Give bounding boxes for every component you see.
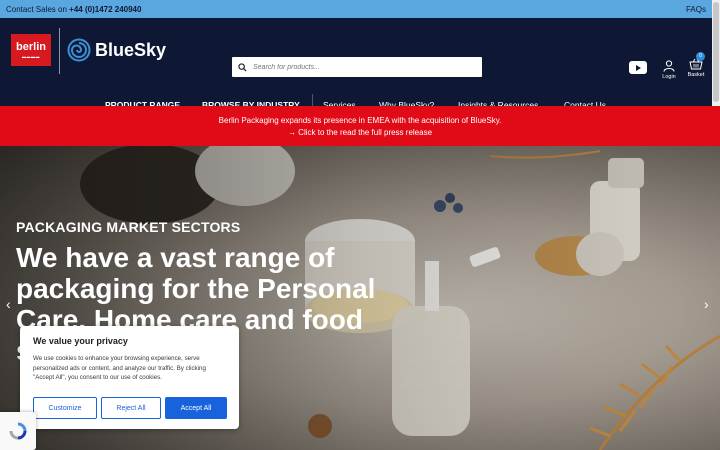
top-bar: Contact Sales on +44 (0)1472 240940 FAQs [0,0,712,18]
berlin-logo-text: berlin [16,40,46,53]
cookie-body: We use cookies to enhance your browsing … [33,355,206,381]
contact-phone-link[interactable]: +44 (0)1472 240940 [69,5,141,14]
basket-button[interactable]: 0 Basket [686,52,706,78]
basket-count-badge: 0 [696,52,705,61]
carousel-prev-arrow[interactable]: ‹ [6,296,11,312]
bluesky-logo-text: BlueSky [95,39,167,60]
search-bar[interactable] [232,57,482,77]
bluesky-logo[interactable]: BlueSky [67,38,166,62]
berlin-logo-tagline: ▬▬▬▬ [22,53,40,59]
banner-link[interactable]: → Click to the read the full press relea… [0,127,720,139]
scrollbar-thumb[interactable] [713,2,719,102]
cookie-reject-button[interactable]: Reject All [101,397,161,419]
recaptcha-badge[interactable] [0,412,36,450]
cookie-consent-dialog: We value your privacy We use cookies to … [20,326,239,429]
cookie-actions: Customize Reject All Accept All [33,397,227,419]
login-label: Login [662,74,676,80]
recaptcha-icon [9,422,27,440]
user-icon [663,60,675,72]
search-icon [238,62,247,72]
basket-label: Basket [687,72,705,78]
contact-sales: Contact Sales on +44 (0)1472 240940 [6,5,141,14]
cookie-accept-button[interactable]: Accept All [165,397,227,419]
login-button[interactable]: Login [660,60,678,80]
berlin-logo[interactable]: berlin ▬▬▬▬ [11,34,51,66]
banner-text: Berlin Packaging expands its presence in… [218,116,502,125]
contact-sales-label: Contact Sales on [6,4,67,14]
faqs-link[interactable]: FAQs [686,5,706,14]
announcement-banner[interactable]: Berlin Packaging expands its presence in… [0,106,720,146]
youtube-icon[interactable] [629,61,647,74]
cookie-title: We value your privacy [33,336,128,346]
carousel-next-arrow[interactable]: › [704,296,709,312]
cookie-customize-button[interactable]: Customize [33,397,97,419]
logo-divider [59,28,60,74]
site-header: berlin ▬▬▬▬ BlueSky Login [0,18,712,120]
search-input[interactable] [253,63,453,71]
bluesky-swirl-icon [67,38,91,62]
hero-kicker: PACKAGING MARKET SECTORS [16,219,241,235]
